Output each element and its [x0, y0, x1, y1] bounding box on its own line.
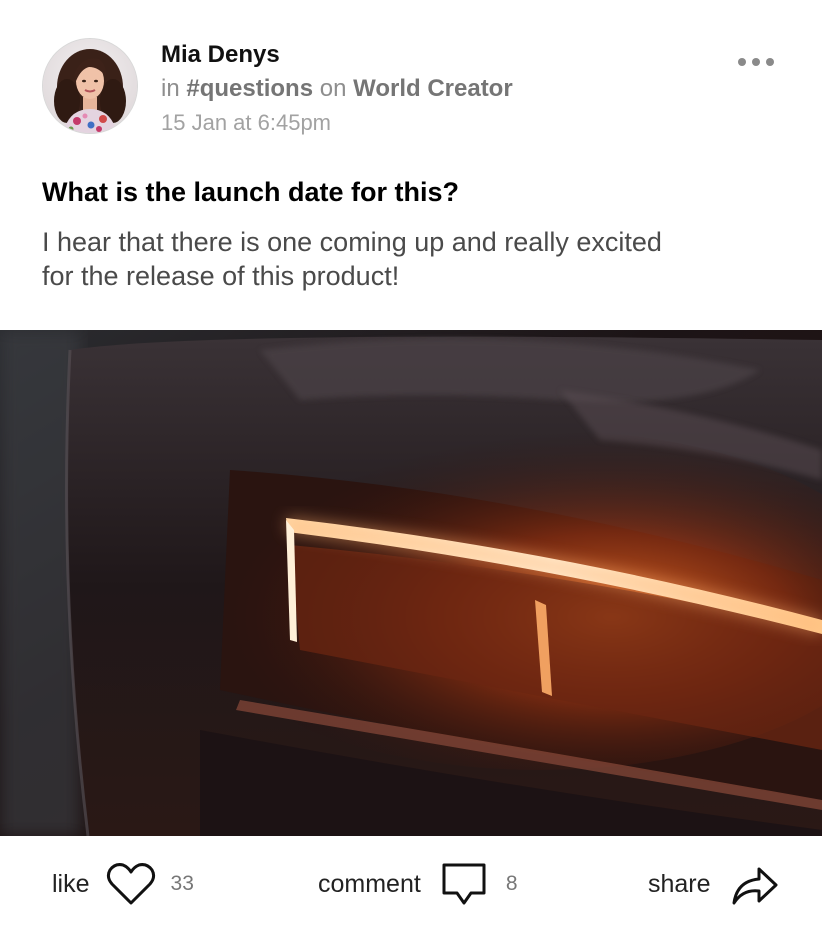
comment-count: 8: [505, 872, 518, 895]
post-body: I hear that there is one coming up and r…: [42, 227, 662, 291]
comment-label: comment: [318, 869, 421, 898]
meta-in-word: in: [161, 75, 180, 102]
post-timestamp: 15 Jan at 6:45pm: [161, 110, 332, 135]
comment-bubble-icon: [441, 861, 487, 907]
post-meta: in #questions on World Creator: [161, 74, 513, 104]
like-label: like: [52, 869, 90, 898]
more-horizontal-icon: [738, 58, 774, 66]
comment-button[interactable]: comment 8: [318, 858, 518, 910]
like-count: 33: [170, 872, 194, 895]
share-arrow-icon: [731, 861, 779, 907]
car-headlight-photo: [0, 330, 822, 836]
more-options-button[interactable]: [734, 50, 778, 74]
channel-link[interactable]: #questions: [186, 75, 313, 102]
share-button[interactable]: share: [648, 858, 779, 910]
avatar-photo: [43, 39, 137, 133]
author-avatar[interactable]: [43, 39, 137, 133]
community-link[interactable]: World Creator: [353, 75, 513, 102]
post-image[interactable]: [0, 330, 822, 836]
post-title: What is the launch date for this?: [42, 177, 460, 207]
author-name[interactable]: Mia Denys: [161, 40, 280, 70]
heart-icon: [106, 862, 156, 906]
meta-on-word: on: [319, 75, 347, 102]
like-button[interactable]: like 33: [52, 858, 194, 910]
share-label: share: [648, 869, 711, 898]
